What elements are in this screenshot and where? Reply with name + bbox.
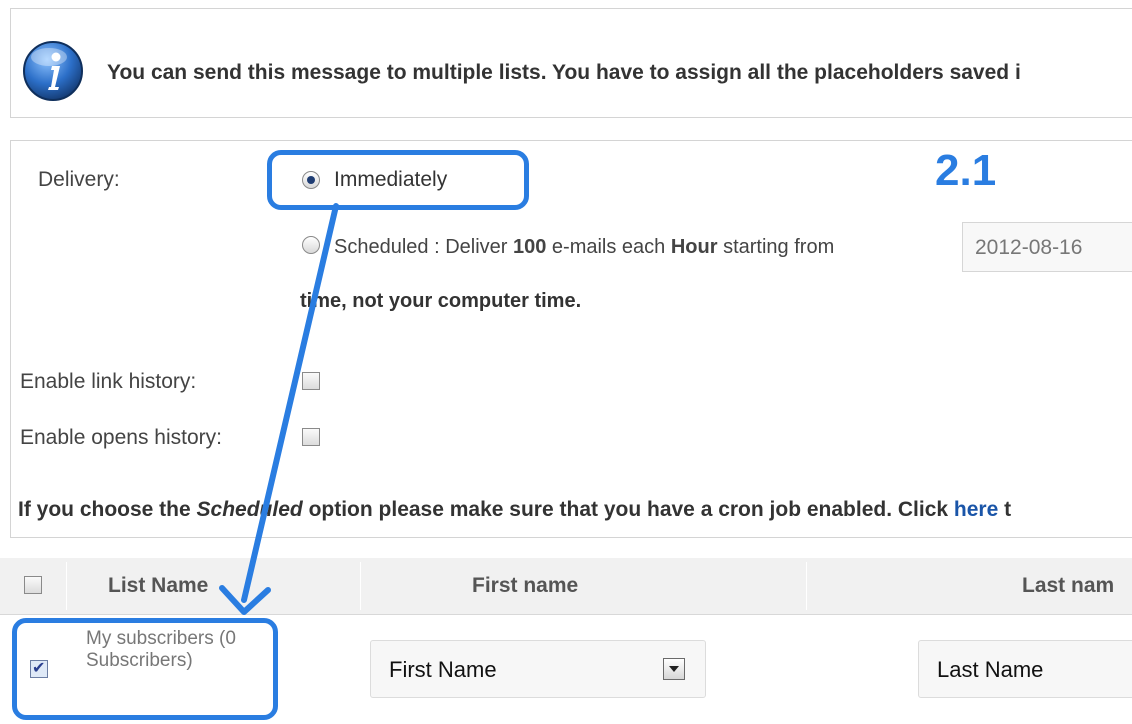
delivery-label: Delivery: <box>38 168 120 191</box>
last-name-select[interactable]: Last Name <box>918 640 1132 698</box>
info-icon <box>23 41 83 101</box>
opens-history-label: Enable opens history: <box>20 426 222 449</box>
info-message-box: You can send this message to multiple li… <box>10 8 1132 118</box>
list-name-header[interactable]: List Name <box>108 574 208 598</box>
start-date-input[interactable]: 2012-08-16 <box>962 222 1132 272</box>
first-name-select[interactable]: First Name <box>370 640 706 698</box>
scheduled-label: Scheduled : Deliver 100 e-mails each Hou… <box>334 236 835 258</box>
scheduled-radio[interactable] <box>302 236 320 254</box>
immediately-highlight <box>267 150 529 210</box>
server-time-note: time, not your computer time. <box>300 290 582 312</box>
info-message-text: You can send this message to multiple li… <box>107 61 1021 84</box>
link-history-label: Enable link history: <box>20 370 197 393</box>
last-name-select-value: Last Name <box>937 657 1044 682</box>
chevron-down-icon[interactable] <box>663 658 685 680</box>
link-history-checkbox[interactable] <box>302 372 320 390</box>
delivery-options-panel <box>10 140 1132 538</box>
list-row-highlight <box>12 618 278 720</box>
first-name-header: First name <box>472 574 579 597</box>
cron-job-note: If you choose the Scheduled option pleas… <box>18 498 1012 521</box>
cron-help-link[interactable]: here <box>954 498 998 521</box>
select-all-checkbox[interactable] <box>24 576 42 594</box>
last-name-header: Last nam <box>1022 574 1115 597</box>
opens-history-checkbox[interactable] <box>302 428 320 446</box>
step-number-annotation: 2.1 <box>935 146 997 195</box>
first-name-select-value: First Name <box>389 657 497 682</box>
